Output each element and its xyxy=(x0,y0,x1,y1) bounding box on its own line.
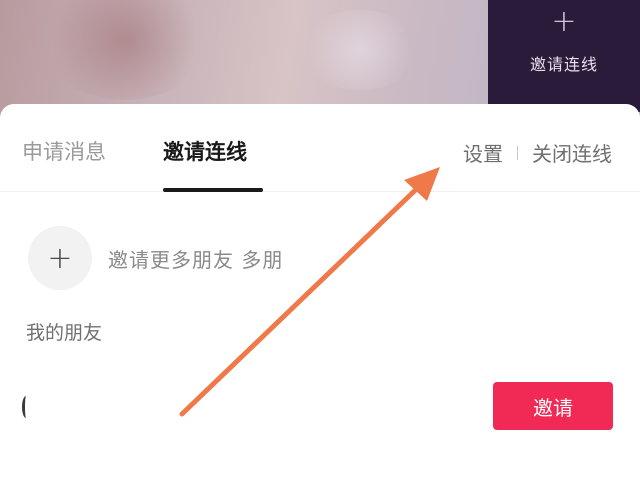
active-tab-indicator xyxy=(163,188,263,192)
divider xyxy=(517,145,518,160)
panel-actions: 设置 关闭连线 xyxy=(463,138,612,167)
close-connection-link[interactable]: 关闭连线 xyxy=(532,138,612,167)
tab-invite-connection[interactable]: 邀请连线 xyxy=(163,136,247,166)
plus-icon: + xyxy=(551,4,577,39)
my-friends-heading: 我的朋友 xyxy=(26,322,103,344)
settings-link[interactable]: 设置 xyxy=(463,138,503,167)
invite-more-friends[interactable]: + 邀请更多朋友 多朋 xyxy=(28,226,283,290)
invite-connection-tile-label: 邀请连线 xyxy=(529,55,598,74)
invite-more-label: 邀请更多朋友 多朋 xyxy=(108,247,284,272)
friend-avatar xyxy=(22,396,30,418)
invite-connection-tile[interactable]: + 邀请连线 xyxy=(488,0,640,112)
friend-row: 邀请 xyxy=(0,374,640,434)
tab-bar: 申请消息 邀请连线 设置 关闭连线 xyxy=(0,104,640,192)
add-friend-icon[interactable]: + xyxy=(28,226,92,290)
connection-panel: 申请消息 邀请连线 设置 关闭连线 + 邀请更多朋友 多朋 我的朋友 邀请 xyxy=(0,104,640,480)
tab-apply-messages[interactable]: 申请消息 xyxy=(22,136,106,166)
invite-button[interactable]: 邀请 xyxy=(493,382,613,430)
